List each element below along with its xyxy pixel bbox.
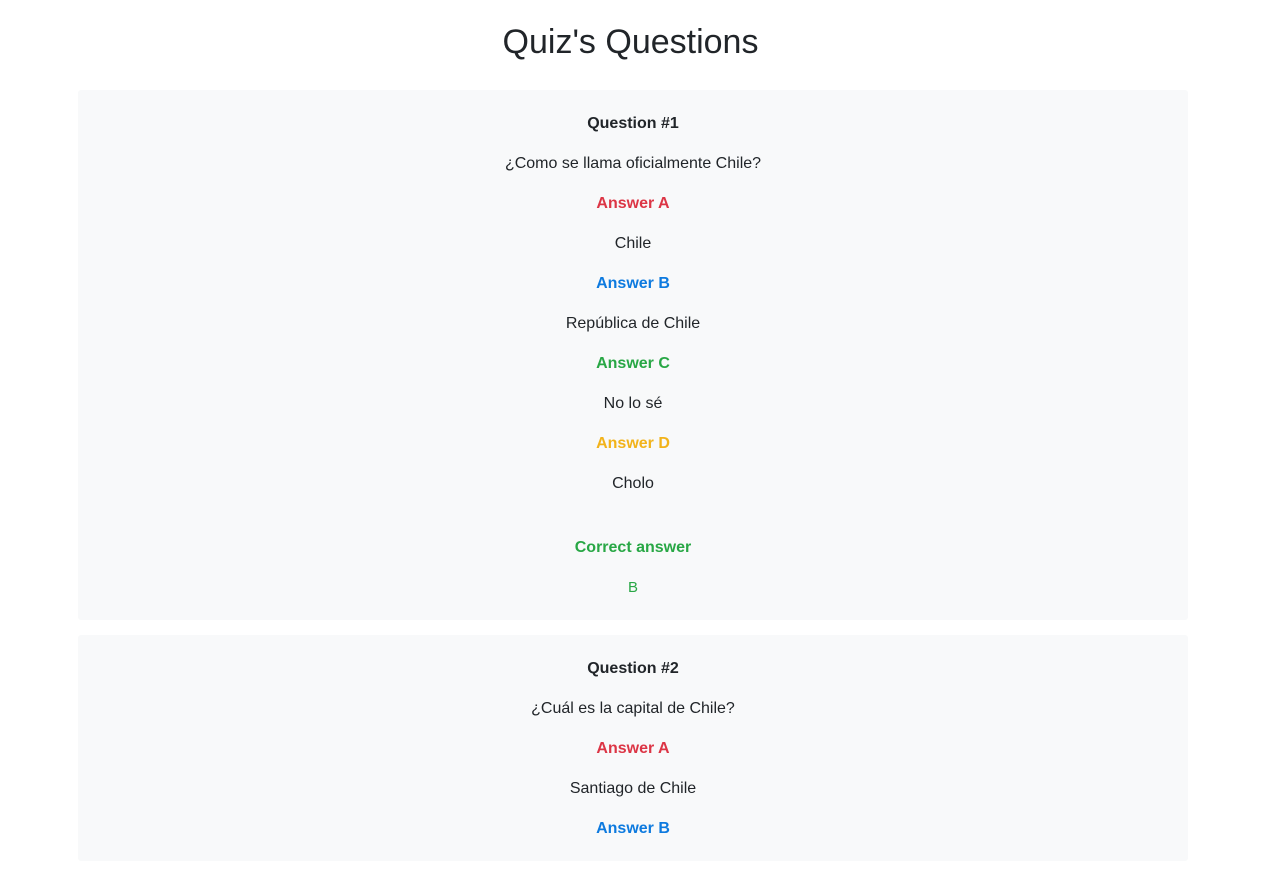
question-heading: Question #1	[587, 115, 679, 132]
question-list: Question #1 ¿Como se llama oficialmente …	[78, 90, 1188, 876]
answer-d-text: Cholo	[612, 475, 654, 492]
answer-b-label: Answer B	[596, 275, 670, 292]
answer-b-label: Answer B	[596, 820, 670, 837]
question-card: Question #1 ¿Como se llama oficialmente …	[78, 90, 1188, 620]
answer-b-text: República de Chile	[565, 315, 701, 332]
question-heading: Question #2	[587, 660, 679, 677]
answer-c-label: Answer C	[596, 355, 670, 372]
correct-answer-label: Correct answer	[574, 539, 692, 556]
answer-a-label: Answer A	[596, 195, 670, 212]
page-title: Quiz's Questions	[502, 23, 759, 61]
question-text: ¿Como se llama oficialmente Chile?	[504, 155, 762, 172]
correct-answer-value: B	[627, 579, 638, 596]
question-text: ¿Cuál es la capital de Chile?	[531, 700, 735, 717]
answer-a-text: Santiago de Chile	[569, 780, 697, 797]
answer-c-text: No lo sé	[603, 395, 663, 412]
answer-d-label: Answer D	[596, 435, 670, 452]
question-card: Question #2 ¿Cuál es la capital de Chile…	[78, 635, 1188, 861]
answer-a-text: Chile	[614, 235, 652, 252]
answer-a-label: Answer A	[596, 740, 670, 757]
